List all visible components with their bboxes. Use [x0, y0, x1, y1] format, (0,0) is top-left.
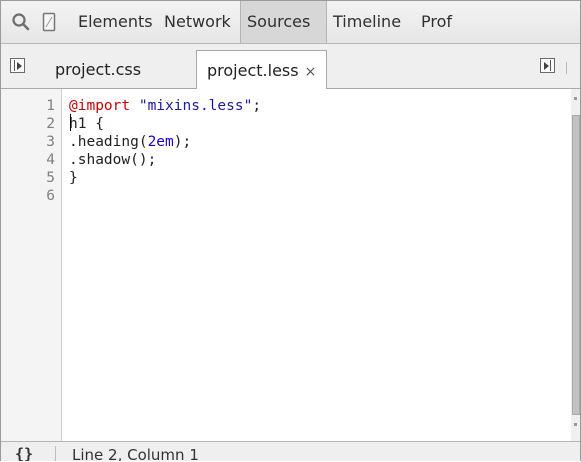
code-line[interactable]: } — [69, 169, 78, 187]
code-editor[interactable]: 123456 @import "mixins.less"; h1 {.headin… — [1, 89, 580, 441]
cursor-position: Line 2, Column 1 — [72, 446, 199, 461]
text-caret — [70, 114, 71, 131]
devtools-window: Elements Network Sources Timeline Prof p… — [0, 0, 581, 461]
line-number[interactable]: 5 — [46, 169, 55, 187]
status-bar: {} Line 2, Column 1 — [1, 441, 580, 461]
line-number[interactable]: 2 — [46, 115, 55, 133]
code-line[interactable]: h1 { — [69, 115, 104, 133]
scroll-thumb[interactable] — [572, 115, 580, 415]
code-token: 2em — [147, 134, 174, 150]
file-tab-project-less[interactable]: project.less × — [196, 50, 328, 92]
code-token: h1 { — [69, 116, 104, 132]
file-tab-label: project.less — [207, 61, 299, 80]
tab-sources[interactable]: Sources — [240, 1, 327, 43]
status-divider — [55, 446, 56, 461]
device-mode-icon[interactable] — [38, 11, 60, 33]
code-token: .shadow(); — [69, 152, 157, 168]
line-number[interactable]: 1 — [46, 97, 55, 115]
navigator-toggle-bar — [14, 60, 15, 71]
tab-network[interactable]: Network — [158, 1, 240, 43]
line-number-gutter: 123456 — [1, 89, 62, 441]
debugger-toggle-bar — [550, 60, 551, 71]
code-line[interactable]: @import "mixins.less"; — [69, 97, 261, 115]
debugger-toggle-arrow — [544, 62, 549, 70]
show-debugger-icon[interactable] — [540, 58, 555, 73]
navigator-toggle-arrow — [17, 62, 22, 70]
close-icon[interactable]: × — [305, 53, 317, 92]
code-line[interactable]: .shadow(); — [69, 151, 156, 169]
code-line[interactable]: .heading(2em); — [69, 133, 191, 151]
pretty-print-icon[interactable]: {} — [15, 443, 33, 461]
show-navigator-icon[interactable] — [10, 58, 25, 73]
file-tab-label: project.css — [55, 60, 142, 79]
tab-elements[interactable]: Elements — [72, 1, 158, 43]
tab-timeline[interactable]: Timeline — [327, 1, 415, 43]
file-tab-strip: project.css project.less × — [1, 44, 580, 92]
scroll-up-arrow-icon[interactable] — [574, 97, 577, 100]
tab-profiles[interactable]: Prof — [415, 1, 458, 43]
code-token: .heading( — [69, 134, 148, 150]
line-number[interactable]: 3 — [46, 133, 55, 151]
toolbar-divider — [566, 62, 567, 74]
code-token: ; — [252, 98, 262, 114]
code-token: ); — [173, 134, 192, 150]
code-token: @import — [69, 98, 131, 114]
code-token: } — [69, 170, 78, 186]
code-token: "mixins.less" — [138, 98, 253, 114]
line-number[interactable]: 4 — [46, 151, 55, 169]
line-number[interactable]: 6 — [46, 187, 55, 205]
search-icon[interactable] — [10, 11, 32, 33]
main-toolbar: Elements Network Sources Timeline Prof — [1, 1, 580, 44]
panel-tab-strip: Elements Network Sources Timeline Prof — [72, 1, 458, 43]
file-tab-project-css[interactable]: project.css — [45, 50, 151, 89]
scroll-down-arrow-icon[interactable] — [574, 423, 577, 426]
vertical-scrollbar[interactable] — [571, 89, 580, 441]
